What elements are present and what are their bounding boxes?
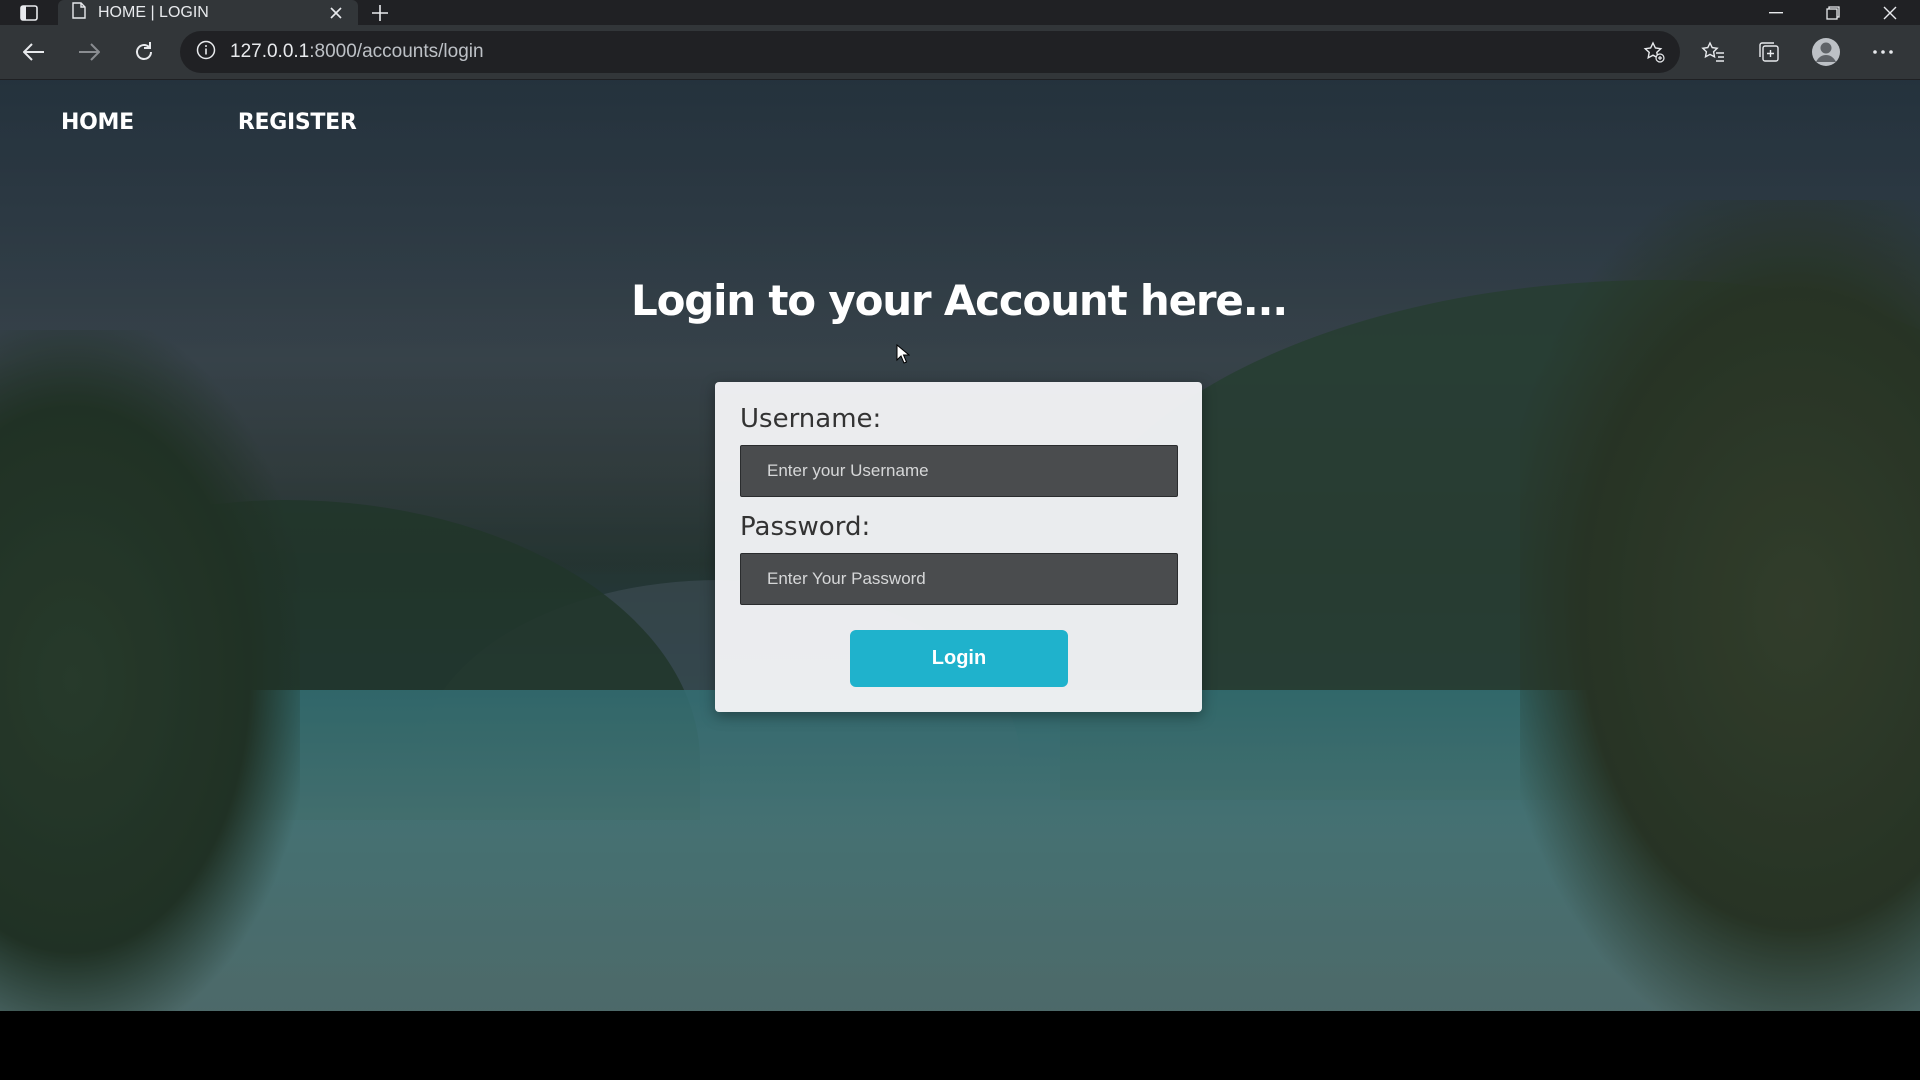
address-path: :8000/accounts/login [309,41,484,62]
browser-toolbar: 127.0.0.1:8000/accounts/login [0,25,1920,80]
browser-tab[interactable]: HOME | LOGIN [58,0,358,25]
tab-title: HOME | LOGIN [98,3,209,21]
cursor-icon [896,343,911,369]
page-title: Login to your Account here... [631,276,1288,325]
address-bar[interactable]: 127.0.0.1:8000/accounts/login [180,31,1680,73]
forward-icon[interactable] [70,33,108,71]
nav-register-link[interactable]: REGISTER [238,110,357,135]
profile-icon[interactable] [1807,33,1845,71]
minimize-icon[interactable] [1748,0,1804,25]
collections-icon[interactable] [1750,33,1788,71]
page-viewport: HOME REGISTER Login to your Account here… [0,80,1920,1011]
address-host: 127.0.0.1 [230,41,310,62]
more-icon[interactable] [1864,33,1902,71]
tab-actions-icon[interactable] [12,0,46,25]
browser-tab-bar: HOME | LOGIN [0,0,1920,25]
nav-home-link[interactable]: HOME [61,110,134,135]
window-close-icon[interactable] [1862,0,1918,25]
address-text: 127.0.0.1:8000/accounts/login [230,41,484,63]
password-input[interactable] [740,553,1178,605]
restore-icon[interactable] [1805,0,1861,25]
info-icon[interactable] [196,40,216,65]
login-button[interactable]: Login [850,630,1068,687]
close-icon[interactable] [326,3,346,23]
login-form: Username: Password: Login [715,382,1202,712]
password-label: Password: [740,512,871,542]
username-label: Username: [740,404,882,434]
back-icon[interactable] [15,33,53,71]
username-input[interactable] [740,445,1178,497]
favorites-icon[interactable] [1694,33,1732,71]
refresh-icon[interactable] [125,33,163,71]
page-icon [72,1,86,24]
plus-icon[interactable] [366,0,394,25]
bottom-black-bar [0,1011,1920,1080]
add-favorite-icon[interactable] [1642,40,1666,64]
site-navigation: HOME REGISTER [61,110,357,135]
